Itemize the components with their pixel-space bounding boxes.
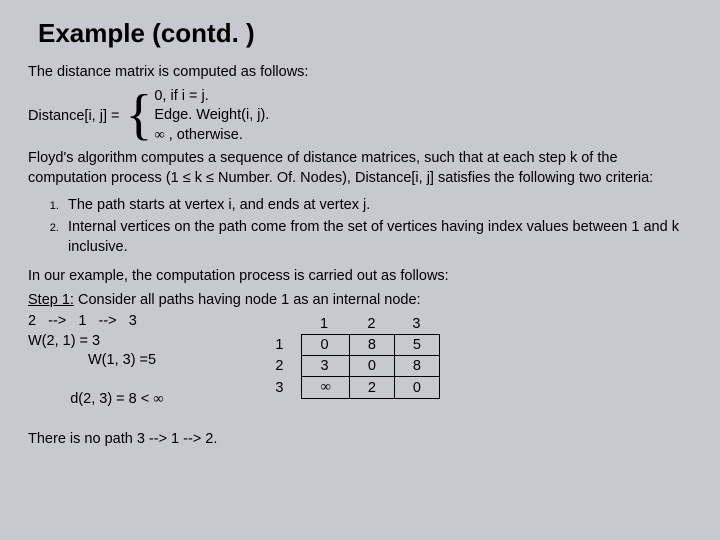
case-2: Edge. Weight(i, j). <box>154 106 269 126</box>
cell-1-2: 8 <box>349 335 394 356</box>
d23-prefix: d(2, 3) = 8 < <box>70 391 153 407</box>
cell-3-1: ∞ <box>302 377 349 399</box>
case-1: 0, if i = j. <box>154 87 269 107</box>
row-header-3: 3 <box>257 377 302 399</box>
step-1-line: Step 1: Consider all paths having node 1… <box>28 291 692 311</box>
distance-label: Distance[i, j] = <box>28 108 125 124</box>
col-header-3: 3 <box>394 314 439 335</box>
brace-icon: { <box>125 92 152 140</box>
col-header-2: 2 <box>349 314 394 335</box>
criterion-2: Internal vertices on the path come from … <box>62 218 692 257</box>
criterion-1: The path starts at vertex i, and ends at… <box>62 196 692 216</box>
d23-line: d(2, 3) = 8 < ∞ <box>38 371 217 430</box>
cell-2-3: 8 <box>394 356 439 377</box>
path-line: 2 --> 1 --> 3 <box>28 312 217 332</box>
step-1-work: 2 --> 1 --> 3 W(2, 1) = 3 W(1, 3) =5 d(2… <box>28 312 217 449</box>
w13-line: W(1, 3) =5 <box>88 351 217 371</box>
slide-title: Example (contd. ) <box>38 18 692 49</box>
distance-definition: Distance[i, j] = { 0, if i = j. Edge. We… <box>28 87 692 146</box>
cell-2-1: 3 <box>302 356 349 377</box>
cell-1-1: 0 <box>302 335 349 356</box>
criteria-list: The path starts at vertex i, and ends at… <box>28 196 692 257</box>
cell-3-3: 0 <box>394 377 439 399</box>
distance-matrix-table: 1 2 3 1 0 8 5 2 3 0 8 3 ∞ 2 0 <box>257 314 440 399</box>
cell-2-2: 0 <box>349 356 394 377</box>
step-1-rest: Consider all paths having node 1 as an i… <box>74 292 421 308</box>
row-header-2: 2 <box>257 356 302 377</box>
case-3-suffix: , otherwise. <box>165 127 243 143</box>
row-header-1: 1 <box>257 335 302 356</box>
step-1-label: Step 1: <box>28 292 74 308</box>
cell-1-3: 5 <box>394 335 439 356</box>
case-3: ∞ , otherwise. <box>154 126 269 146</box>
intro-text: The distance matrix is computed as follo… <box>28 63 692 83</box>
cell-3-2: 2 <box>349 377 394 399</box>
col-header-1: 1 <box>302 314 349 335</box>
w21-line: W(2, 1) = 3 <box>28 332 217 352</box>
infinity-symbol-2: ∞ <box>153 391 163 407</box>
nopath-line: There is no path 3 --> 1 --> 2. <box>28 430 217 450</box>
floyd-text: Floyd's algorithm computes a sequence of… <box>28 149 692 188</box>
example-lead: In our example, the computation process … <box>28 267 692 287</box>
infinity-symbol: ∞ <box>154 127 164 143</box>
